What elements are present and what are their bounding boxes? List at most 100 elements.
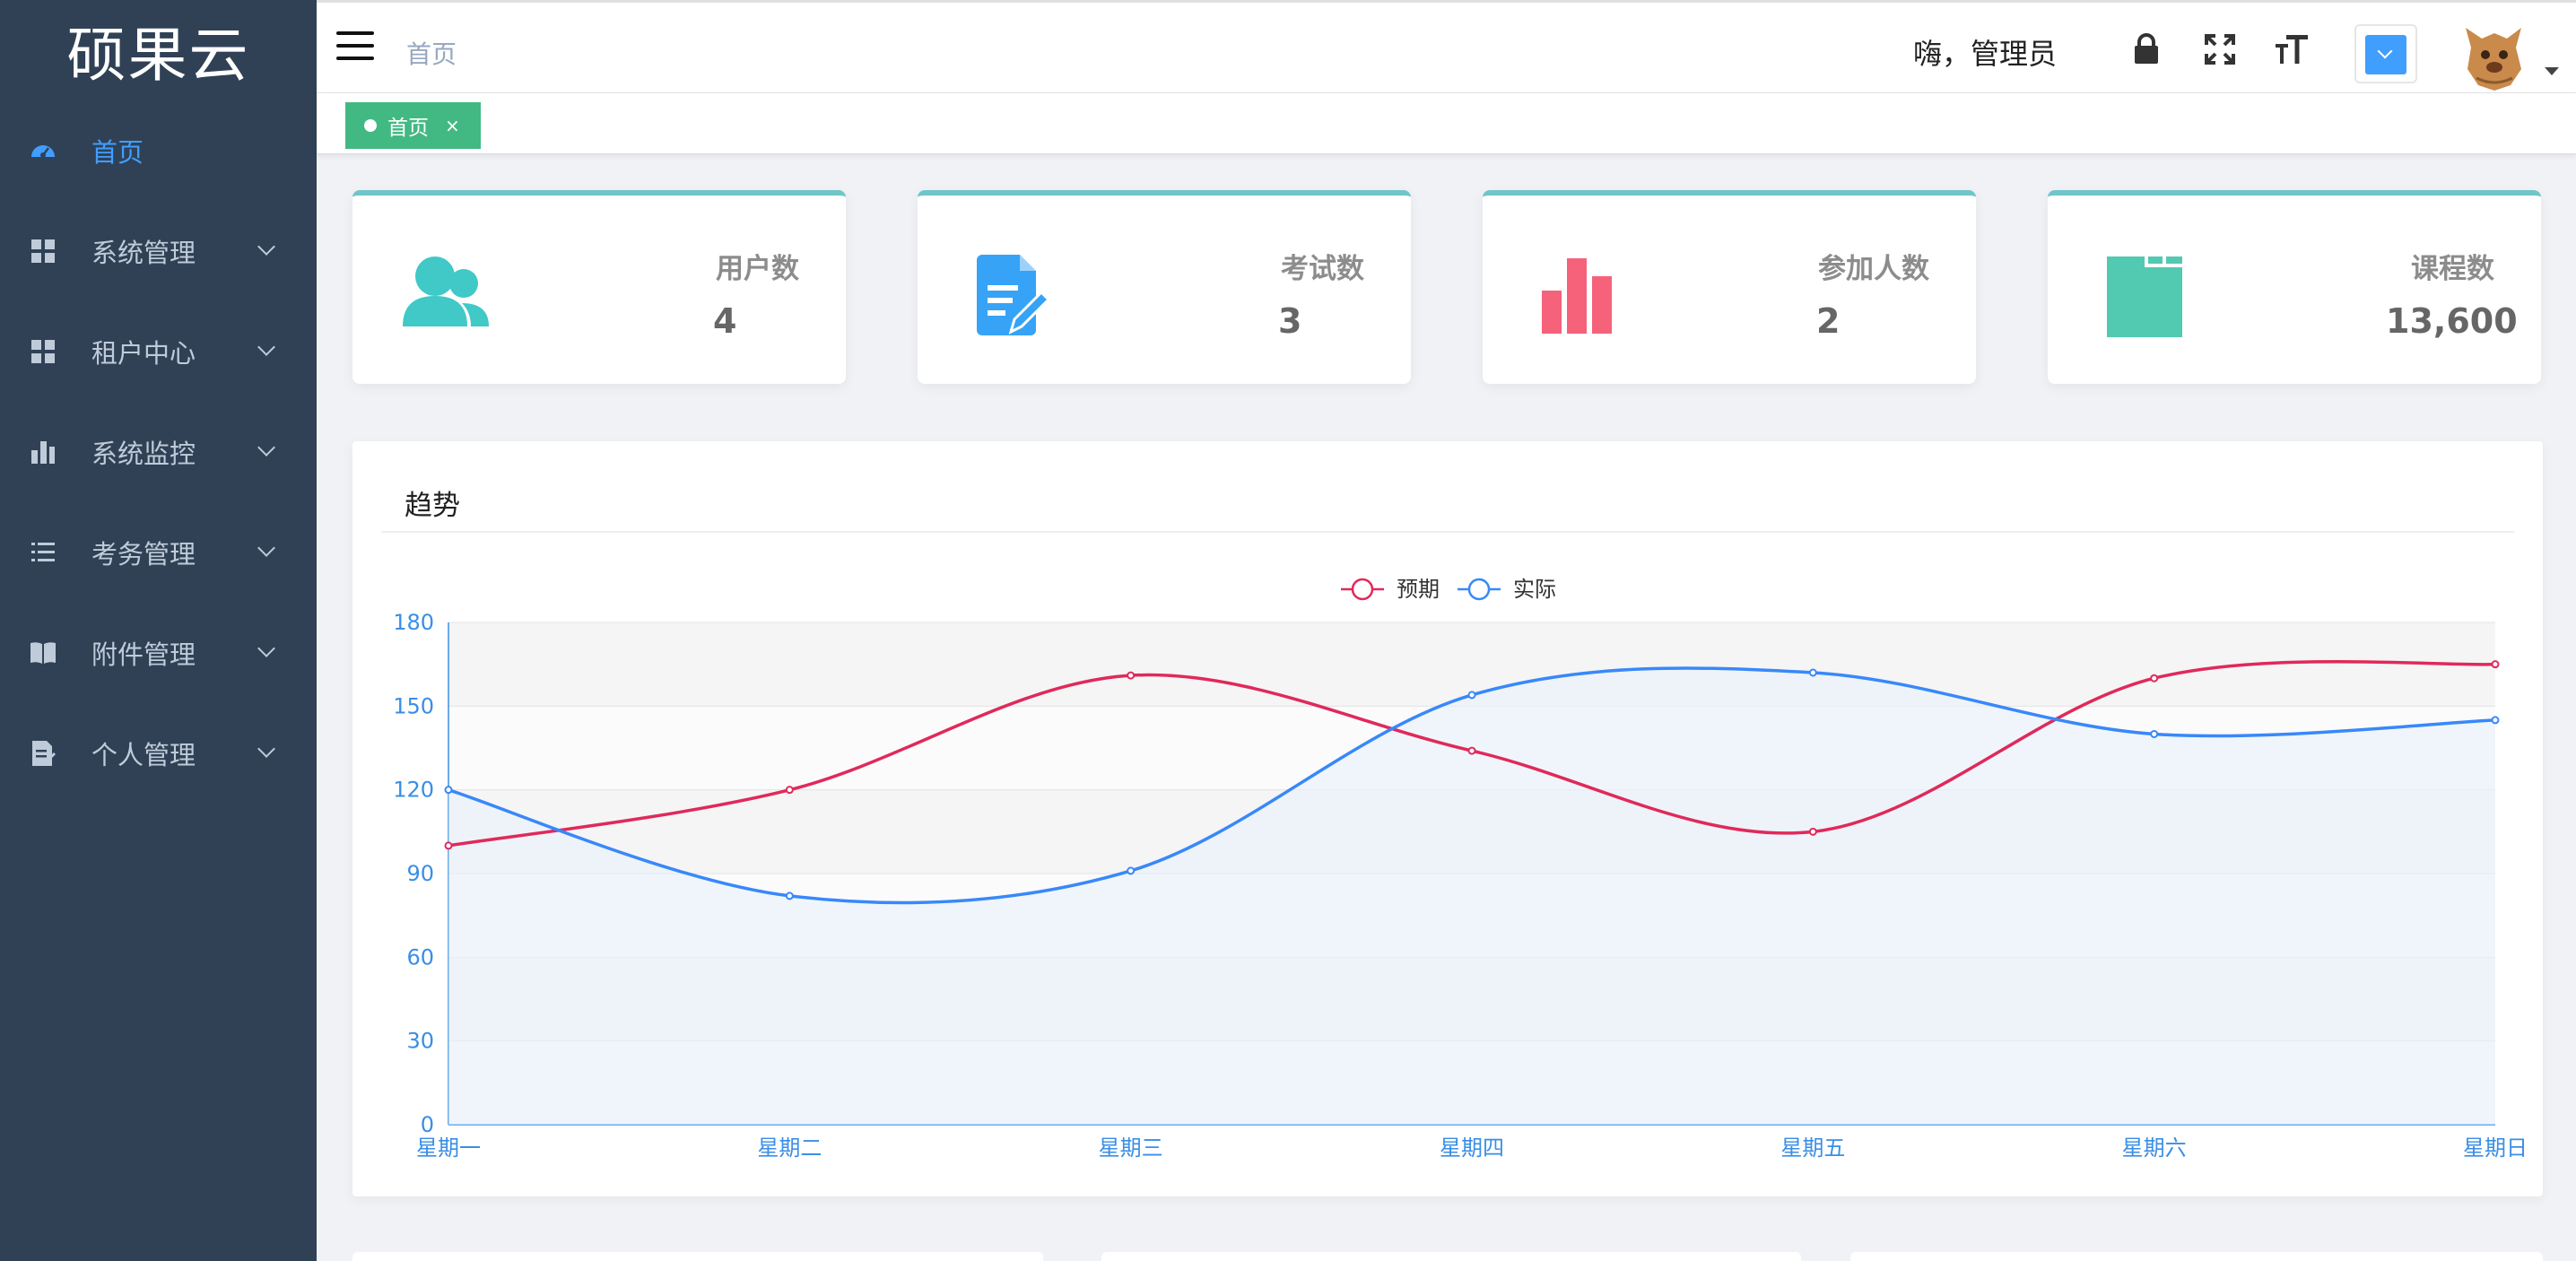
sidebar-item[interactable]: 个人管理: [0, 703, 317, 804]
sidebar-item[interactable]: 系统管理: [0, 201, 317, 301]
lock-icon[interactable]: [2127, 30, 2166, 69]
y-tick-label: 60: [406, 944, 434, 970]
sidebar-item-label: 租户中心: [91, 338, 196, 369]
font-size-icon[interactable]: [2272, 30, 2311, 69]
legend-marker: [1467, 578, 1491, 601]
stat-card-participants[interactable]: 参加人数 2: [1483, 190, 1976, 384]
sidebar-item-label: 附件管理: [91, 639, 196, 670]
chevron-down-icon[interactable]: [257, 439, 275, 457]
bar-chart-icon: [1542, 258, 1612, 334]
stat-value: 4: [713, 301, 737, 341]
y-tick-label: 90: [406, 861, 434, 886]
active-dot-icon: [364, 119, 377, 132]
sidebar-item-label: 系统监控: [91, 439, 196, 469]
legend-label: 预期: [1397, 577, 1440, 602]
trend-panel: 趋势 0 30 60 90 120 150 180 星期一 星期二 星期三 星期四 星期五 星期六 星期日…: [352, 441, 2543, 1196]
grid-icon: [29, 337, 57, 366]
data-point: [785, 891, 794, 900]
bottom-card: [352, 1252, 1043, 1261]
breadcrumb[interactable]: 首页: [406, 35, 457, 71]
data-point: [1467, 691, 1476, 700]
sidebar-item[interactable]: 附件管理: [0, 603, 317, 703]
tag-home[interactable]: 首页 ×: [345, 102, 481, 149]
x-tick-label: 星期三: [1099, 1135, 1163, 1161]
data-point: [2150, 729, 2159, 738]
tags-view: 首页 ×: [317, 93, 2576, 154]
document-icon: [29, 739, 57, 768]
legend-item[interactable]: 预期: [1341, 577, 1440, 602]
stat-label: 考试数: [1281, 253, 1364, 285]
y-tick-label: 30: [406, 1029, 434, 1054]
dashboard-icon: [29, 136, 57, 165]
sidebar-menu: 首页系统管理租户中心系统监控考务管理附件管理个人管理: [0, 100, 317, 804]
chevron-down-icon[interactable]: [257, 740, 275, 758]
window-icon: [2107, 257, 2182, 337]
x-tick-label: 星期四: [1440, 1135, 1504, 1161]
chevron-down-icon[interactable]: [257, 639, 275, 657]
stat-label: 课程数: [2411, 253, 2494, 285]
theme-color-picker[interactable]: [2354, 24, 2417, 83]
close-icon[interactable]: ×: [445, 115, 460, 136]
y-tick-label: 180: [393, 610, 434, 635]
stat-label: 用户数: [716, 253, 799, 285]
grid-icon: [29, 237, 57, 265]
legend-marker: [1351, 578, 1374, 601]
users-icon: [403, 257, 489, 326]
hamburger-menu-icon[interactable]: [336, 31, 374, 64]
stat-value: 13,600: [2386, 301, 2518, 341]
data-point: [1808, 668, 1817, 677]
y-tick-label: 120: [393, 778, 434, 803]
data-point: [2150, 674, 2159, 683]
book-icon: [29, 639, 57, 667]
sidebar: 硕果云 首页系统管理租户中心系统监控考务管理附件管理个人管理: [0, 0, 317, 1261]
sidebar-item[interactable]: 系统监控: [0, 402, 317, 502]
tag-label: 首页: [387, 117, 429, 140]
data-point: [1467, 746, 1476, 755]
data-point: [444, 841, 453, 850]
fullscreen-icon[interactable]: [2200, 30, 2240, 69]
stat-value: 3: [1278, 301, 1302, 341]
chevron-down-icon: [2365, 35, 2406, 74]
legend-item[interactable]: 实际: [1458, 577, 1556, 602]
app-logo[interactable]: 硕果云: [0, 0, 317, 100]
x-tick-label: 星期六: [2122, 1135, 2187, 1161]
data-point: [2491, 660, 2500, 669]
x-tick-label: 星期五: [1780, 1135, 1845, 1161]
bar-chart-icon: [29, 438, 57, 466]
sidebar-item-label: 系统管理: [91, 238, 196, 268]
sidebar-item-label: 首页: [91, 137, 144, 168]
data-point: [1127, 866, 1136, 875]
data-point: [1808, 827, 1817, 836]
stat-card-courses[interactable]: 课程数 13,600: [2048, 190, 2541, 384]
data-point: [785, 786, 794, 795]
chevron-down-icon[interactable]: [257, 338, 275, 356]
stat-card-users[interactable]: 用户数 4: [352, 190, 846, 384]
data-point: [444, 786, 453, 795]
list-icon: [29, 538, 57, 567]
stat-card-exams[interactable]: 考试数 3: [918, 190, 1411, 384]
stat-label: 参加人数: [1818, 253, 1929, 285]
chevron-down-icon[interactable]: [257, 238, 275, 256]
data-point: [2491, 716, 2500, 725]
greeting-text: 嗨，管理员: [1913, 37, 2058, 71]
y-tick-label: 150: [393, 693, 434, 718]
x-tick-label: 星期一: [416, 1135, 481, 1161]
chevron-down-icon[interactable]: [257, 539, 275, 557]
legend-label: 实际: [1513, 577, 1556, 602]
sidebar-item[interactable]: 租户中心: [0, 301, 317, 402]
caret-down-icon[interactable]: [2545, 67, 2559, 75]
navbar: 首页 嗨，管理员: [317, 0, 2576, 93]
edit-document-icon: [977, 255, 1051, 335]
sidebar-item[interactable]: 考务管理: [0, 502, 317, 603]
sidebar-item[interactable]: 首页: [0, 100, 317, 201]
sidebar-item-label: 考务管理: [91, 539, 196, 570]
bottom-card: [1101, 1252, 1801, 1261]
trend-chart[interactable]: 0 30 60 90 120 150 180 星期一 星期二 星期三 星期四 星期五 星期六 星期日 预期 实…: [352, 441, 2543, 1196]
data-point: [1127, 671, 1136, 680]
x-tick-label: 星期日: [2463, 1135, 2528, 1161]
x-tick-label: 星期二: [757, 1135, 822, 1161]
y-tick-label: 0: [421, 1112, 434, 1137]
bottom-card: [1850, 1252, 2543, 1261]
sidebar-item-label: 个人管理: [91, 740, 196, 770]
avatar[interactable]: [2459, 21, 2530, 92]
